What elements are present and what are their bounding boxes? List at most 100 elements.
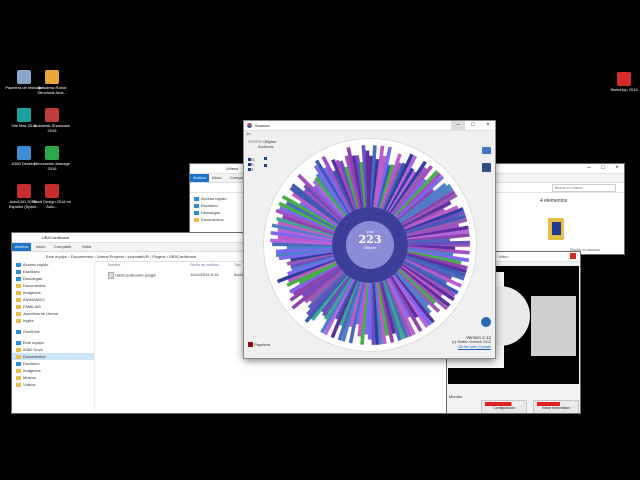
app-icon xyxy=(45,146,59,160)
nav-item[interactable]: Inglés xyxy=(12,317,94,324)
nav-item[interactable]: Música xyxy=(12,374,94,381)
desktop-icon-label: Revit Design 2016 en Auto... xyxy=(32,199,72,209)
sunburst-segment xyxy=(369,282,376,346)
cloud-icon xyxy=(16,329,21,334)
drive-list: G: E: Z: xyxy=(248,157,255,172)
ubx-tab-compartir[interactable]: Compartir xyxy=(54,244,72,249)
center-value: 223 xyxy=(358,233,382,246)
folder-icon xyxy=(16,311,21,316)
scanner-window[interactable]: Scanner – □ × ⇦ GBytes Archivos G: E: Z: xyxy=(244,121,495,358)
videos-title: Videos xyxy=(226,166,239,171)
preview-thumbnail xyxy=(531,296,576,356)
nav-item[interactable]: FAMILIAS xyxy=(12,303,94,310)
desktop-icon[interactable]: Recreación Manage 2016 xyxy=(32,146,72,171)
app-icon xyxy=(17,146,31,160)
nav-item[interactable]: OneDrive xyxy=(12,328,94,335)
nav-item[interactable]: Vídeos xyxy=(12,381,94,388)
nav-item[interactable]: A360 Drive xyxy=(12,346,94,353)
sketchup-icon xyxy=(617,72,631,86)
version-info: Version 2.12 (c) Steffen Gerlach 2012 On… xyxy=(452,335,491,350)
download-icon xyxy=(194,210,199,215)
side-button-2[interactable] xyxy=(482,163,491,172)
folder-icon xyxy=(16,297,21,302)
star-icon xyxy=(194,196,199,201)
folder-icon xyxy=(16,382,21,387)
videos-folder-thumb[interactable] xyxy=(548,218,564,240)
nav-item[interactable]: Escritorio xyxy=(12,360,94,367)
sunburst-panel[interactable]: total 223 GBytes xyxy=(264,139,476,351)
star-icon xyxy=(16,262,21,267)
nav-item[interactable]: Escritorio xyxy=(12,268,94,275)
videos-close-button[interactable]: × xyxy=(610,164,624,173)
videos-maximize-button[interactable]: □ xyxy=(596,164,610,173)
desktop-icon-label: Autodesk Showcase 2016 xyxy=(33,123,71,133)
breadcrumb[interactable]: Este equipo › Documentos › Unreal Projec… xyxy=(46,254,196,259)
nav-item[interactable]: JuanVicente Unreal xyxy=(12,310,94,317)
app-icon xyxy=(45,184,59,198)
videos-tab-inicio[interactable]: Inicio xyxy=(212,175,221,180)
ubx-tab-inicio[interactable]: Inicio xyxy=(36,244,45,249)
videos-item-count: 4 elementos xyxy=(540,198,568,204)
ubx-title: UBXCardboard xyxy=(42,235,70,240)
desktop-icon[interactable]: Autodesk Robot Structural Anal... xyxy=(32,70,72,95)
scanner-app-icon xyxy=(247,123,252,128)
recycle-label: Papelera xyxy=(254,342,271,347)
videos-minimize-button[interactable]: – xyxy=(582,164,596,173)
column-type[interactable]: Tipo xyxy=(234,263,241,267)
center-unit: GBytes xyxy=(363,245,377,250)
folder-icon xyxy=(16,283,21,288)
side-button-1[interactable] xyxy=(482,147,491,154)
folder-icon xyxy=(16,347,21,352)
start-stream-button[interactable]: Iniciar transmisión xyxy=(533,400,579,413)
center-label: total 223 GBytes xyxy=(346,229,394,250)
column-name[interactable]: Nombre xyxy=(108,263,120,267)
file-icon xyxy=(108,272,114,279)
video-thumb-icon xyxy=(552,222,561,235)
zoom-button[interactable] xyxy=(481,317,491,327)
scanner-minimize-button[interactable]: – xyxy=(451,121,465,130)
nav-item[interactable]: Documentos xyxy=(12,353,94,360)
nav-item[interactable]: ANIMANDO xyxy=(12,296,94,303)
file-list-header: Nombre Fecha de modifica... Tipo xyxy=(108,263,241,267)
scanner-title: Scanner xyxy=(255,123,270,128)
web-links[interactable]: On the web | Donate xyxy=(452,345,491,350)
back-arrow-icon[interactable]: ⇦ xyxy=(246,131,251,138)
ubx-tab-vista[interactable]: Vista xyxy=(82,244,91,249)
app-icon xyxy=(17,108,31,122)
nav-item[interactable]: Documentos xyxy=(12,282,94,289)
desktop-icon xyxy=(16,269,21,274)
sunburst-segment xyxy=(407,240,471,246)
file-row[interactable]: UBXCardboard.uplugin 11/24/2015 5:16 Arc… xyxy=(108,272,247,279)
videos-tab-archivo[interactable]: Archivo xyxy=(190,174,210,182)
download-icon xyxy=(16,276,21,281)
nav-item[interactable]: Descargas xyxy=(12,275,94,282)
stream-logo-icon xyxy=(570,253,576,259)
app-icon xyxy=(17,70,31,84)
folder-icon xyxy=(16,318,21,323)
monitor-label: Monitor xyxy=(449,394,463,399)
desktop-icon-label: Recreación Manage 2016 xyxy=(34,161,70,171)
videos-search-box[interactable]: Buscar en Videos xyxy=(552,184,616,192)
column-date[interactable]: Fecha de modifica... xyxy=(190,263,222,267)
scanner-titlebar[interactable]: Scanner – □ × xyxy=(244,121,495,131)
recycle-item[interactable]: Papelera xyxy=(248,342,271,348)
folder-icon xyxy=(16,368,21,373)
scanner-close-button[interactable]: × xyxy=(481,121,495,130)
ubx-tab-archivo[interactable]: Archivo xyxy=(12,243,32,251)
desktop-icon[interactable]: Revit Design 2016 en Auto... xyxy=(32,184,72,209)
folder-icon xyxy=(16,304,21,309)
desktop-icon[interactable]: Autodesk Showcase 2016 xyxy=(32,108,72,133)
sketchup-label: SketchUp 2015 xyxy=(610,87,638,92)
sketchup-desktop-icon[interactable]: SketchUp 2015 xyxy=(604,72,640,92)
nav-item[interactable]: Imágenes xyxy=(12,289,94,296)
nav-item[interactable]: Este equipo xyxy=(12,339,94,346)
app-icon xyxy=(45,70,59,84)
nav-item[interactable]: Imágenes xyxy=(12,367,94,374)
file-date: 11/24/2015 5:16 xyxy=(190,272,219,277)
nav-item[interactable]: Acceso rápido xyxy=(12,261,94,268)
desktop-icon-label: Autodesk Robot Structural Anal... xyxy=(37,85,67,95)
drive-item[interactable]: Z: xyxy=(248,167,255,172)
computer-icon xyxy=(16,340,21,345)
scanner-maximize-button[interactable]: □ xyxy=(466,121,480,130)
config-button[interactable]: Configuración xyxy=(481,400,527,413)
